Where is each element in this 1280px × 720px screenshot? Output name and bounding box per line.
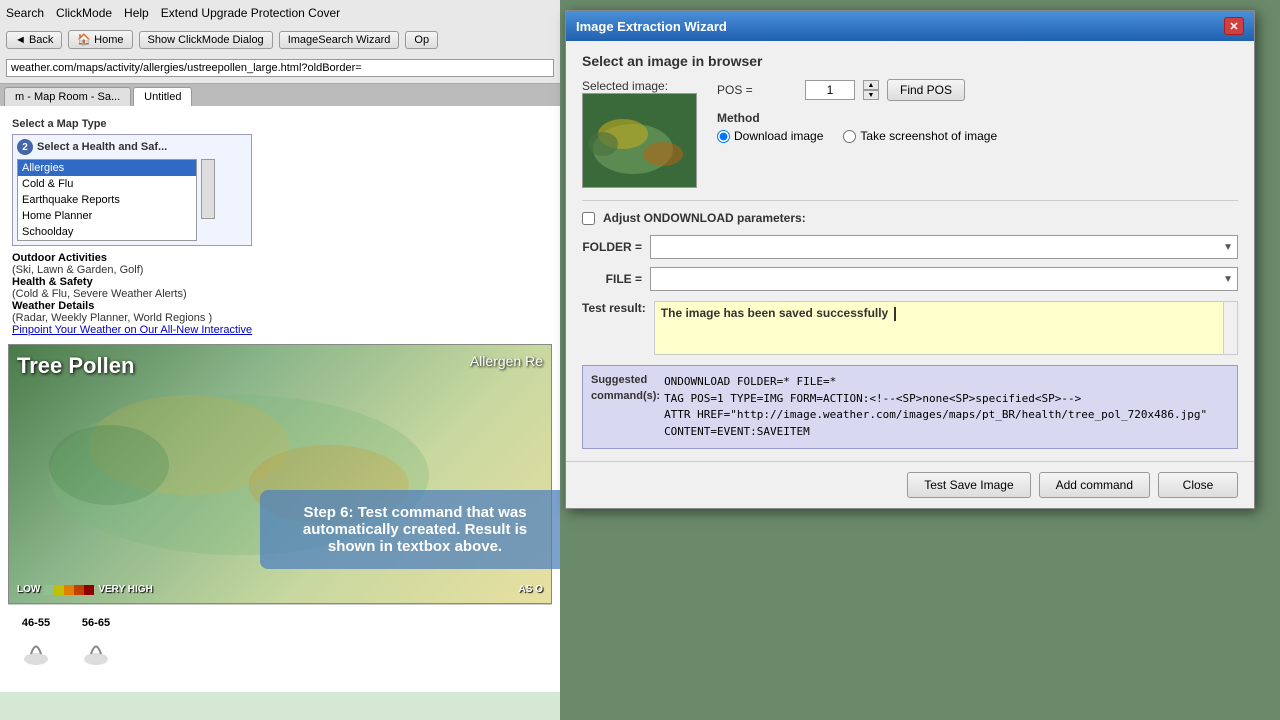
add-command-button[interactable]: Add command (1039, 472, 1150, 498)
score-preview: 46-55 56-65 (8, 604, 552, 684)
dialog-body: Select an image in browser Selected imag… (566, 41, 1254, 461)
outdoor-activities-sub: (Ski, Lawn & Garden, Golf) (12, 264, 252, 276)
health-safety-title: Health & Safety (12, 276, 252, 288)
browser-nav: ◄ Back 🏠 Home Show ClickMode Dialog Imag… (6, 28, 554, 51)
folder-combo[interactable]: ▼ (650, 235, 1238, 259)
adjust-checkbox[interactable] (582, 212, 595, 225)
selected-image-label: Selected image: (582, 79, 697, 93)
file-combo-arrow[interactable]: ▼ (1223, 274, 1233, 285)
suggested-command-text: ONDOWNLOAD FOLDER=* FILE=* TAG POS=1 TYP… (664, 374, 1207, 440)
pos-input[interactable] (805, 80, 855, 100)
adjust-label: Adjust ONDOWNLOAD parameters: (603, 211, 806, 225)
pos-spin-down[interactable]: ▼ (863, 90, 879, 100)
cursor (894, 307, 896, 321)
browser-background: Search ClickMode Help Extend Upgrade Pro… (0, 0, 560, 720)
pollen-scale: LOW VERY HIGH (17, 584, 153, 595)
outdoor-activities-title: Outdoor Activities (12, 252, 252, 264)
health-section: 2 Select a Health and Saf... Allergies C… (12, 134, 252, 246)
circle-num: 2 (17, 139, 33, 155)
divider-1 (582, 200, 1238, 201)
file-label: FILE = (582, 272, 642, 286)
radio-download[interactable]: Download image (717, 129, 823, 143)
address-bar-row (6, 57, 554, 79)
tooltip-overlay: Step 6: Test command that was automatica… (260, 490, 560, 569)
listbox-item-allergies[interactable]: Allergies (18, 160, 196, 176)
browser-content: Select a Map Type 2 Select a Health and … (0, 106, 560, 692)
radio-screenshot[interactable]: Take screenshot of image (843, 129, 997, 143)
tab-bar: m - Map Room - Sa... Untitled (0, 84, 560, 106)
pos-method-area: POS = ▲ ▼ Find POS Method (717, 79, 997, 143)
weather-details-title: Weather Details (12, 300, 252, 312)
pos-spin-up[interactable]: ▲ (863, 80, 879, 90)
selected-image-thumb (582, 93, 697, 188)
test-save-image-button[interactable]: Test Save Image (907, 472, 1030, 498)
dialog-section-title: Select an image in browser (582, 53, 1238, 69)
imagesearch-wizard-button[interactable]: ImageSearch Wizard (279, 31, 400, 49)
folder-row: FOLDER = ▼ (582, 235, 1238, 259)
left-panel: Select a Map Type 2 Select a Health and … (8, 114, 256, 340)
address-bar[interactable] (6, 59, 554, 77)
folder-label: FOLDER = (582, 240, 642, 254)
command-label: command(s): (591, 390, 660, 402)
tab-untitled[interactable]: Untitled (133, 87, 192, 106)
file-row: FILE = ▼ (582, 267, 1238, 291)
suggested-label: Suggested (591, 374, 660, 386)
test-result-scrollbar[interactable] (1223, 302, 1237, 354)
menu-help[interactable]: Help (124, 6, 149, 20)
test-result-box[interactable]: The image has been saved successfully (654, 301, 1238, 355)
weather-details-sub: (Radar, Weekly Planner, World Regions ) (12, 312, 252, 324)
listbox-item-homeplanner[interactable]: Home Planner (18, 208, 196, 224)
back-button[interactable]: ◄ Back (6, 31, 62, 49)
dialog-close-icon[interactable]: ✕ (1224, 17, 1244, 35)
radio-row: Download image Take screenshot of image (717, 129, 997, 143)
test-result-text: The image has been saved successfully (661, 306, 888, 320)
listbox-item-schoolday[interactable]: Schoolday (18, 224, 196, 240)
selected-image-area: Selected image: POS = (582, 79, 1238, 188)
menu-search[interactable]: Search (6, 6, 44, 20)
pos-spinner[interactable]: ▲ ▼ (863, 80, 879, 100)
close-button[interactable]: Close (1158, 472, 1238, 498)
map-type-label: Select a Map Type (12, 118, 252, 130)
browser-toolbar: Search ClickMode Help Extend Upgrade Pro… (0, 0, 560, 84)
menu-extend[interactable]: Extend Upgrade Protection Cover (161, 6, 340, 20)
image-extraction-dialog: Image Extraction Wizard ✕ Select an imag… (565, 10, 1255, 509)
dialog-overlay: Image Extraction Wizard ✕ Select an imag… (555, 0, 1280, 720)
select-health-label: 2 Select a Health and Saf... (17, 139, 247, 155)
dialog-titlebar: Image Extraction Wizard ✕ (566, 11, 1254, 41)
test-result-label: Test result: (582, 301, 646, 315)
op-button[interactable]: Op (405, 31, 438, 49)
listbox-item-earthquake[interactable]: Earthquake Reports (18, 192, 196, 208)
home-button[interactable]: 🏠 Home (68, 30, 132, 49)
suggested-area: Suggested command(s): ONDOWNLOAD FOLDER=… (582, 365, 1238, 449)
method-area: Method Download image Take screenshot of… (717, 111, 997, 143)
file-combo[interactable]: ▼ (650, 267, 1238, 291)
clickmode-dialog-button[interactable]: Show ClickMode Dialog (139, 31, 273, 49)
dialog-title: Image Extraction Wizard (576, 19, 727, 34)
health-listbox[interactable]: Allergies Cold & Flu Earthquake Reports … (17, 159, 197, 241)
listbox-item-coldflu[interactable]: Cold & Flu (18, 176, 196, 192)
tab-maproom[interactable]: m - Map Room - Sa... (4, 87, 131, 106)
health-safety-sub: (Cold & Flu, Severe Weather Alerts) (12, 288, 252, 300)
cat-link[interactable]: Pinpoint Your Weather on Our All-New Int… (12, 324, 252, 336)
browser-menu: Search ClickMode Help Extend Upgrade Pro… (6, 4, 554, 22)
test-result-area: Test result: The image has been saved su… (582, 301, 1238, 355)
dialog-footer: Test Save Image Add command Close (566, 461, 1254, 508)
folder-combo-arrow[interactable]: ▼ (1223, 242, 1233, 253)
find-pos-button[interactable]: Find POS (887, 79, 965, 101)
pos-row: POS = ▲ ▼ Find POS (717, 79, 997, 101)
adjust-row: Adjust ONDOWNLOAD parameters: (582, 211, 1238, 225)
menu-clickmode[interactable]: ClickMode (56, 6, 112, 20)
pos-label: POS = (717, 83, 797, 97)
as-of-label: AS O (519, 584, 543, 595)
method-label: Method (717, 111, 997, 125)
categories-panel: Outdoor Activities (Ski, Lawn & Garden, … (12, 252, 252, 336)
